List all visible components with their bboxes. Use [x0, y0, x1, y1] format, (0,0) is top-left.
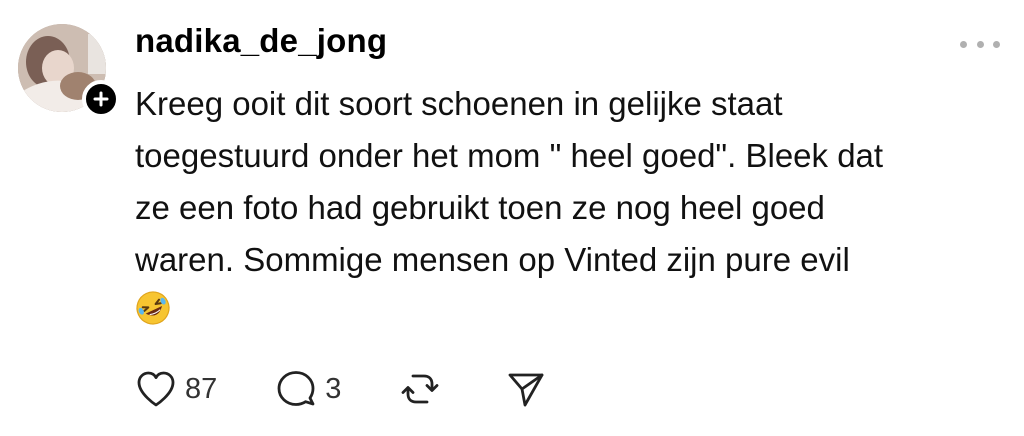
reply-count: 3 [325, 372, 342, 405]
more-horizontal-icon-dot [976, 40, 984, 48]
follow-button[interactable] [82, 80, 120, 118]
heart-icon [137, 371, 175, 407]
more-horizontal-icon-dot [993, 40, 1000, 48]
reply-button[interactable]: 3 [275, 368, 341, 410]
share-button[interactable] [505, 368, 547, 410]
post-body: Kreeg ooit dit soort schoenen in gelijke… [135, 78, 1005, 286]
like-button[interactable]: 87 [135, 369, 217, 409]
send-icon [509, 373, 544, 407]
repost-button[interactable] [399, 368, 441, 410]
plus-icon [93, 91, 109, 107]
username[interactable]: nadika_de_jong [135, 22, 387, 60]
thread-post: nadika_de_jong Kreeg ooit dit soort scho… [0, 0, 1024, 436]
more-options-button[interactable] [960, 36, 1000, 52]
like-count: 87 [185, 372, 218, 405]
post-text: Kreeg ooit dit soort schoenen in gelijke… [135, 85, 884, 278]
emoji-rofl [135, 290, 171, 326]
avatar-container [18, 24, 120, 118]
rolling-laughing-emoji-icon [136, 291, 170, 325]
comment-bubble-icon [277, 371, 315, 406]
more-horizontal-icon-dot [960, 40, 967, 48]
action-bar: 87 3 [135, 365, 547, 413]
repost-icon [402, 374, 439, 404]
